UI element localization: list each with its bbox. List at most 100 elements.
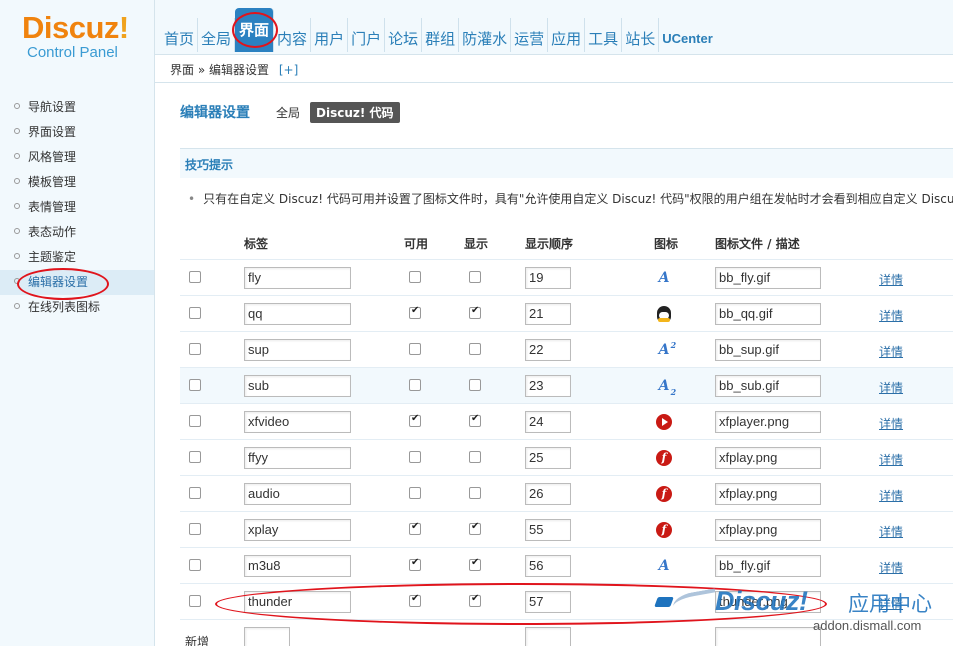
new-file-input[interactable]	[715, 627, 821, 646]
display-checkbox[interactable]	[469, 487, 481, 499]
order-input[interactable]: 24	[525, 411, 571, 433]
delete-checkbox[interactable]	[189, 271, 201, 283]
detail-link[interactable]: 详情	[879, 559, 903, 576]
delete-checkbox[interactable]	[189, 415, 201, 427]
sidebar-item-6[interactable]: 主题鉴定	[0, 245, 154, 270]
display-checkbox[interactable]	[469, 593, 481, 607]
nav-item-10[interactable]: 应用	[548, 18, 586, 52]
delete-checkbox[interactable]	[189, 523, 201, 535]
delete-checkbox[interactable]	[189, 559, 201, 571]
sidebar-item-0[interactable]: 导航设置	[0, 95, 154, 120]
icon-file-input[interactable]: xfplayer.png	[715, 411, 821, 433]
delete-checkbox[interactable]	[189, 451, 201, 463]
nav-item-2[interactable]: 界面	[235, 8, 275, 52]
icon-file-input[interactable]: xfplay.png	[715, 483, 821, 505]
add-shortcut-button[interactable]: [+]	[279, 63, 298, 77]
detail-link[interactable]: 详情	[879, 487, 903, 504]
order-input[interactable]: 25	[525, 447, 571, 469]
delete-checkbox[interactable]	[189, 487, 201, 499]
sidebar-item-3[interactable]: 模板管理	[0, 170, 154, 195]
tab-discuz-code[interactable]: Discuz! 代码	[310, 101, 400, 123]
sidebar-item-5[interactable]: 表态动作	[0, 220, 154, 245]
icon-file-input[interactable]: bb_qq.gif	[715, 303, 821, 325]
detail-link[interactable]: 详情	[879, 451, 903, 468]
nav-item-8[interactable]: 防灌水	[459, 18, 512, 52]
tag-input[interactable]: sub	[244, 375, 351, 397]
delete-checkbox[interactable]	[189, 307, 201, 319]
sidebar-item-4[interactable]: 表情管理	[0, 195, 154, 220]
display-checkbox[interactable]	[469, 379, 481, 391]
display-checkbox[interactable]	[469, 557, 481, 571]
sidebar-item-1[interactable]: 界面设置	[0, 120, 154, 145]
icon-file-input[interactable]: xfplay.png	[715, 519, 821, 541]
nav-item-4[interactable]: 用户	[311, 18, 349, 52]
available-checkbox[interactable]	[409, 413, 421, 427]
new-tag-input[interactable]	[244, 627, 290, 646]
display-checkbox[interactable]	[469, 451, 481, 463]
available-checkbox[interactable]	[409, 521, 421, 535]
breadcrumb-section[interactable]: 界面	[170, 63, 194, 77]
tag-input[interactable]: xplay	[244, 519, 351, 541]
icon-file-input[interactable]: thunder.png	[715, 591, 821, 613]
tab-global[interactable]: 全局	[276, 104, 300, 121]
tag-input[interactable]: qq	[244, 303, 351, 325]
icon-file-input[interactable]: bb_sup.gif	[715, 339, 821, 361]
tag-input[interactable]: xfvideo	[244, 411, 351, 433]
detail-link[interactable]: 详情	[879, 307, 903, 324]
order-input[interactable]: 22	[525, 339, 571, 361]
nav-item-0[interactable]: 首页	[161, 18, 199, 52]
icon-file-input[interactable]: bb_fly.gif	[715, 267, 821, 289]
display-checkbox[interactable]	[469, 271, 481, 283]
delete-checkbox[interactable]	[189, 343, 201, 355]
detail-link[interactable]: 详情	[879, 343, 903, 360]
available-checkbox[interactable]	[409, 343, 421, 355]
available-checkbox[interactable]	[409, 271, 421, 283]
tag-input[interactable]: thunder	[244, 591, 351, 613]
display-checkbox[interactable]	[469, 521, 481, 535]
nav-item-6[interactable]: 论坛	[385, 18, 423, 52]
display-checkbox[interactable]	[469, 305, 481, 319]
available-checkbox[interactable]	[409, 557, 421, 571]
tag-input[interactable]: fly	[244, 267, 351, 289]
tag-input[interactable]: audio	[244, 483, 351, 505]
available-checkbox[interactable]	[409, 305, 421, 319]
logo[interactable]: Discuz! Control Panel	[0, 0, 155, 82]
nav-item-13[interactable]: UCenter	[659, 18, 716, 52]
display-checkbox[interactable]	[469, 343, 481, 355]
new-order-input[interactable]	[525, 627, 571, 646]
available-checkbox[interactable]	[409, 451, 421, 463]
icon-file-input[interactable]: bb_sub.gif	[715, 375, 821, 397]
nav-item-9[interactable]: 运营	[511, 18, 549, 52]
nav-item-7[interactable]: 群组	[422, 18, 460, 52]
detail-link[interactable]: 详情	[879, 595, 903, 612]
order-input[interactable]: 26	[525, 483, 571, 505]
tag-input[interactable]: m3u8	[244, 555, 351, 577]
icon-file-input[interactable]: bb_fly.gif	[715, 555, 821, 577]
nav-item-12[interactable]: 站长	[622, 18, 660, 52]
delete-checkbox[interactable]	[189, 595, 201, 607]
icon-file-input[interactable]: xfplay.png	[715, 447, 821, 469]
detail-link[interactable]: 详情	[879, 523, 903, 540]
tag-input[interactable]: ffyy	[244, 447, 351, 469]
nav-item-11[interactable]: 工具	[585, 18, 623, 52]
sidebar-item-7[interactable]: 编辑器设置	[0, 270, 154, 295]
nav-item-1[interactable]: 全局	[198, 18, 236, 52]
detail-link[interactable]: 详情	[879, 271, 903, 288]
order-input[interactable]: 23	[525, 375, 571, 397]
tag-input[interactable]: sup	[244, 339, 351, 361]
order-input[interactable]: 21	[525, 303, 571, 325]
order-input[interactable]: 19	[525, 267, 571, 289]
detail-link[interactable]: 详情	[879, 415, 903, 432]
nav-item-3[interactable]: 内容	[274, 18, 312, 52]
display-checkbox[interactable]	[469, 413, 481, 427]
delete-checkbox[interactable]	[189, 379, 201, 391]
order-input[interactable]: 57	[525, 591, 571, 613]
nav-item-5[interactable]: 门户	[348, 18, 386, 52]
order-input[interactable]: 56	[525, 555, 571, 577]
sidebar-item-2[interactable]: 风格管理	[0, 145, 154, 170]
available-checkbox[interactable]	[409, 379, 421, 391]
available-checkbox[interactable]	[409, 593, 421, 607]
available-checkbox[interactable]	[409, 487, 421, 499]
detail-link[interactable]: 详情	[879, 379, 903, 396]
order-input[interactable]: 55	[525, 519, 571, 541]
